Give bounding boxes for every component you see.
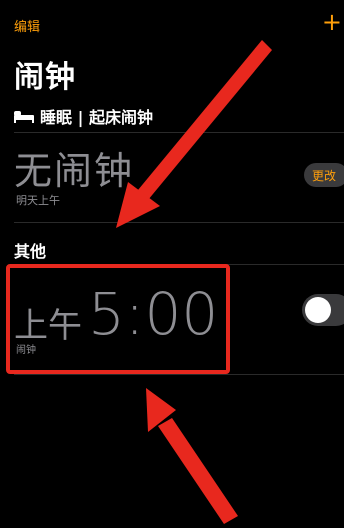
annotation-arrow-upper: [116, 40, 272, 228]
annotation-arrows: [116, 40, 272, 524]
annotation-arrow-lower: [146, 388, 238, 524]
